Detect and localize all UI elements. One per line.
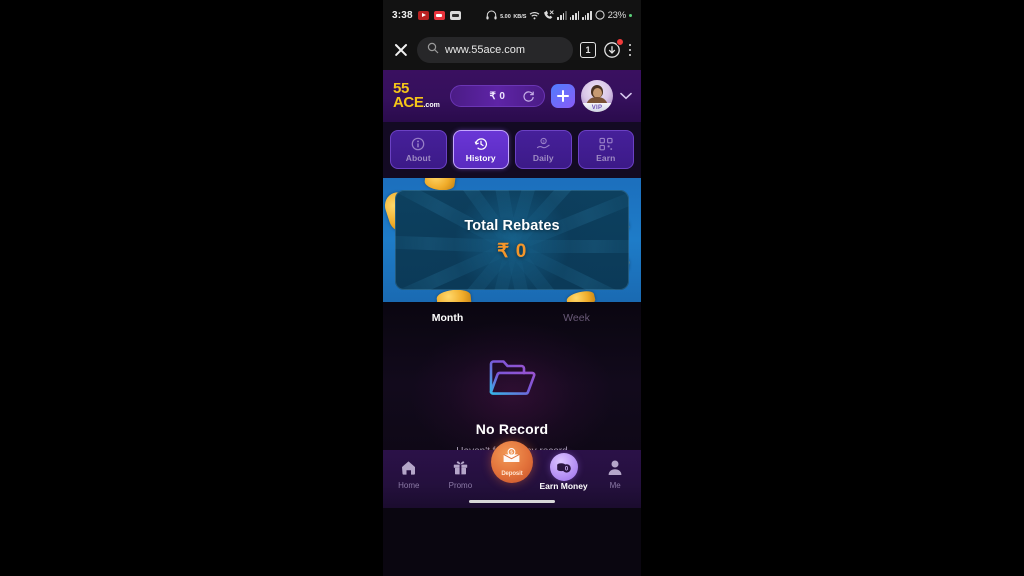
tab-about[interactable]: About bbox=[390, 130, 447, 169]
bottom-navigation: Home Promo $ Deposit 0 Earn Money Me bbox=[383, 441, 641, 508]
tab-about-label: About bbox=[405, 152, 431, 163]
url-text: www.55ace.com bbox=[445, 44, 526, 56]
person-icon bbox=[607, 457, 623, 477]
search-input[interactable]: www.55ace.com bbox=[417, 37, 573, 63]
network-speed-indicator: 5.00 KB/S bbox=[500, 13, 527, 20]
battery-icon bbox=[594, 10, 605, 20]
deposit-button-label: Deposit bbox=[501, 471, 523, 477]
nav-me-label: Me bbox=[609, 481, 621, 490]
deposit-icon: $ bbox=[501, 447, 522, 470]
nav-item-me[interactable]: Me bbox=[589, 457, 641, 490]
recorder-icon bbox=[433, 10, 445, 20]
headphones-icon bbox=[486, 10, 497, 20]
nav-item-home[interactable]: Home bbox=[383, 457, 435, 490]
tab-earn-label: Earn bbox=[596, 152, 616, 163]
gesture-home-bar[interactable] bbox=[469, 500, 555, 503]
more-options-icon[interactable] bbox=[628, 43, 632, 57]
browser-url-bar: www.55ace.com 1 bbox=[383, 30, 641, 70]
android-status-bar: 3:38 5.00 KB/S 23% bbox=[383, 0, 641, 30]
tab-history[interactable]: History bbox=[452, 130, 509, 169]
period-toggle: Month Week bbox=[383, 302, 641, 324]
vip-badge: VIP bbox=[581, 103, 613, 112]
screenshot-root: 3:38 5.00 KB/S 23% www.55ace.com 1 55 AC… bbox=[0, 0, 1024, 576]
section-tabs: About History $ Daily Earn bbox=[383, 122, 641, 178]
phone-viewport: 3:38 5.00 KB/S 23% www.55ace.com 1 55 AC… bbox=[383, 0, 641, 576]
history-icon bbox=[474, 137, 488, 151]
folder-open-icon bbox=[485, 354, 539, 407]
rebates-banner-wrap: Total Rebates ₹ 0 bbox=[383, 178, 641, 302]
add-funds-button[interactable] bbox=[551, 84, 575, 108]
info-icon bbox=[411, 137, 425, 151]
period-month[interactable]: Month bbox=[383, 312, 512, 324]
logo-line-2: ACE.com bbox=[393, 94, 440, 111]
signal-bars-icon bbox=[569, 10, 580, 20]
coin-decoration bbox=[565, 288, 597, 302]
signal-bars-icon bbox=[582, 10, 592, 20]
balance-amount: ₹ 0 bbox=[489, 90, 506, 102]
search-icon bbox=[427, 41, 439, 59]
home-icon bbox=[400, 457, 417, 477]
hand-coin-icon: $ bbox=[536, 137, 551, 151]
tab-daily-label: Daily bbox=[532, 152, 554, 163]
svg-text:$: $ bbox=[542, 139, 544, 143]
app-header: 55 ACE.com ₹ 0 VIP bbox=[383, 70, 641, 122]
coins-icon: 0 bbox=[549, 453, 578, 481]
brand-logo[interactable]: 55 ACE.com bbox=[393, 81, 440, 111]
status-bar-right: 5.00 KB/S 23% bbox=[486, 10, 632, 21]
vip-badge-label: VIP bbox=[591, 104, 603, 111]
banner-title: Total Rebates bbox=[464, 217, 560, 234]
privacy-dot-icon bbox=[629, 13, 632, 17]
nav-promo-label: Promo bbox=[448, 481, 473, 490]
download-badge bbox=[616, 38, 624, 46]
history-content: Month Week No Record Home Promo $ Deposi… bbox=[383, 302, 641, 508]
balance-pill[interactable]: ₹ 0 bbox=[449, 85, 545, 108]
tab-count-button[interactable]: 1 bbox=[580, 42, 596, 58]
signal-bars-icon bbox=[557, 10, 567, 20]
nav-item-earn-money[interactable]: 0 Earn Money bbox=[538, 453, 590, 491]
tab-daily[interactable]: $ Daily bbox=[515, 130, 572, 169]
banner-panel: Total Rebates ₹ 0 bbox=[395, 190, 629, 290]
qr-grid-icon bbox=[599, 137, 613, 151]
keyboard-icon bbox=[449, 10, 461, 20]
tab-history-label: History bbox=[465, 152, 496, 163]
nav-home-label: Home bbox=[398, 481, 420, 490]
gift-icon bbox=[452, 457, 469, 477]
battery-percent: 23% bbox=[607, 9, 627, 21]
nav-item-promo[interactable]: Promo bbox=[435, 457, 487, 490]
mute-call-icon bbox=[543, 10, 555, 20]
close-icon[interactable] bbox=[392, 41, 410, 59]
total-rebates-banner: Total Rebates ₹ 0 bbox=[383, 178, 641, 302]
tab-earn[interactable]: Earn bbox=[577, 130, 634, 169]
avatar[interactable]: VIP bbox=[581, 80, 613, 112]
logo-suffix: .com bbox=[423, 102, 440, 109]
youtube-icon bbox=[417, 10, 429, 20]
period-week[interactable]: Week bbox=[512, 312, 641, 324]
wifi-icon bbox=[529, 11, 540, 20]
nav-earn-money-label: Earn Money bbox=[539, 481, 588, 491]
refresh-icon[interactable] bbox=[522, 90, 535, 108]
empty-state-title: No Record bbox=[475, 421, 549, 437]
downloads-button[interactable] bbox=[603, 38, 624, 59]
banner-text-block: Total Rebates ₹ 0 bbox=[395, 190, 629, 290]
coin-decoration bbox=[436, 288, 472, 302]
deposit-button[interactable]: $ Deposit bbox=[490, 441, 533, 483]
chevron-down-icon[interactable] bbox=[619, 92, 633, 100]
status-clock: 3:38 bbox=[392, 9, 413, 21]
svg-text:$: $ bbox=[511, 450, 514, 455]
status-bar-left: 3:38 bbox=[392, 10, 461, 21]
banner-amount: ₹ 0 bbox=[497, 240, 527, 262]
